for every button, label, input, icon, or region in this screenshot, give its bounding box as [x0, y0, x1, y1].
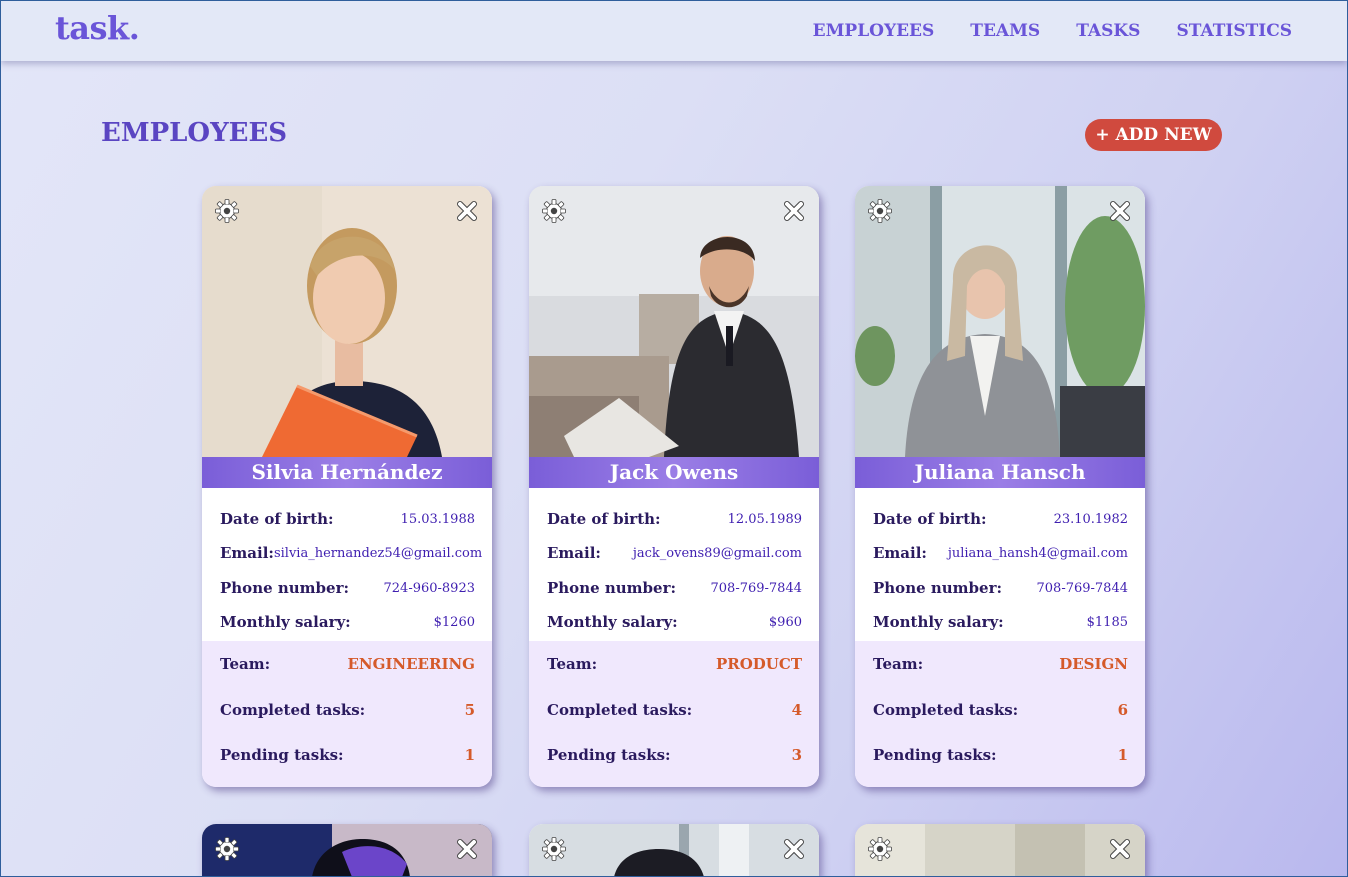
gear-icon[interactable]: [214, 836, 240, 862]
salary-value: $1185: [1086, 614, 1128, 630]
gear-icon[interactable]: [867, 836, 893, 862]
salary-value: $960: [768, 614, 802, 630]
email-value: jack_ovens89@gmail.com: [632, 545, 802, 561]
employee-card: [529, 824, 819, 877]
employee-card: Silvia Hernández Date of birth: 15.03.198…: [202, 186, 492, 787]
employee-photo: [855, 186, 1145, 457]
dob-label: Date of birth:: [547, 510, 661, 528]
phone-value: 724-960-8923: [383, 580, 476, 596]
phone-label: Phone number:: [220, 579, 350, 597]
completed-value: 5: [464, 701, 475, 719]
employee-card: [202, 824, 492, 877]
close-icon[interactable]: [454, 836, 480, 862]
main-nav: EMPLOYEES TEAMS TASKS STATISTICS: [813, 21, 1292, 41]
employee-info: Date of birth: 15.03.1988 Email: silvia_he…: [202, 488, 492, 641]
dob-value: 15.03.1988: [400, 511, 475, 527]
pending-label: Pending tasks:: [547, 746, 671, 764]
gear-icon[interactable]: [867, 198, 893, 224]
team-value: PRODUCT: [715, 655, 802, 673]
employee-photo: [202, 186, 492, 457]
pending-label: Pending tasks:: [220, 746, 344, 764]
employee-stats: Team: DESIGN Completed tasks: 6 Pending ta…: [855, 641, 1145, 787]
employee-photo: [529, 824, 819, 877]
email-value: silvia_hernandez54@gmail.com: [273, 545, 483, 561]
nav-teams[interactable]: TEAMS: [970, 21, 1040, 41]
nav-statistics[interactable]: STATISTICS: [1176, 21, 1292, 41]
dob-label: Date of birth:: [873, 510, 987, 528]
team-label: Team:: [547, 655, 598, 673]
dob-value: 12.05.1989: [727, 511, 802, 527]
top-navbar: task. EMPLOYEES TEAMS TASKS STATISTICS: [1, 1, 1347, 61]
employee-name: Jack Owens: [529, 457, 819, 488]
phone-value: 708-769-7844: [1036, 580, 1129, 596]
gear-icon[interactable]: [214, 198, 240, 224]
employee-info: Date of birth: 23.10.1982 Email: juliana_h…: [855, 488, 1145, 641]
gear-icon[interactable]: [541, 836, 567, 862]
nav-tasks[interactable]: TASKS: [1076, 21, 1140, 41]
completed-value: 4: [791, 701, 802, 719]
employee-card: Juliana Hansch Date of birth: 23.10.1982 …: [855, 186, 1145, 787]
salary-label: Monthly salary:: [220, 613, 351, 631]
close-icon[interactable]: [454, 198, 480, 224]
completed-value: 6: [1117, 701, 1128, 719]
phone-value: 708-769-7844: [710, 580, 803, 596]
salary-label: Monthly salary:: [547, 613, 678, 631]
page-title: EMPLOYEES: [101, 118, 288, 148]
employee-card: Jack Owens Date of birth: 12.05.1989 Emai…: [529, 186, 819, 787]
close-icon[interactable]: [781, 198, 807, 224]
add-new-button[interactable]: + ADD NEW: [1085, 119, 1222, 151]
pending-value: 1: [464, 746, 475, 764]
gear-icon[interactable]: [541, 198, 567, 224]
close-icon[interactable]: [1107, 836, 1133, 862]
dob-value: 23.10.1982: [1053, 511, 1128, 527]
close-icon[interactable]: [1107, 198, 1133, 224]
completed-label: Completed tasks:: [547, 701, 693, 719]
employee-info: Date of birth: 12.05.1989 Email: jack_oven…: [529, 488, 819, 641]
nav-employees[interactable]: EMPLOYEES: [813, 21, 935, 41]
completed-label: Completed tasks:: [220, 701, 366, 719]
email-value: juliana_hansh4@gmail.com: [947, 545, 1128, 561]
app-logo[interactable]: task.: [55, 9, 140, 47]
email-label: Email:: [220, 544, 274, 562]
employee-card: [855, 824, 1145, 877]
employee-stats: Team: ENGINEERING Completed tasks: 5 Pendi…: [202, 641, 492, 787]
email-label: Email:: [873, 544, 927, 562]
close-icon[interactable]: [781, 836, 807, 862]
team-label: Team:: [873, 655, 924, 673]
pending-value: 3: [791, 746, 802, 764]
team-value: ENGINEERING: [347, 655, 475, 673]
pending-label: Pending tasks:: [873, 746, 997, 764]
employee-photo: [529, 186, 819, 457]
completed-label: Completed tasks:: [873, 701, 1019, 719]
pending-value: 1: [1117, 746, 1128, 764]
employee-photo: [202, 824, 492, 877]
email-label: Email:: [547, 544, 601, 562]
employee-stats: Team: PRODUCT Completed tasks: 4 Pending t…: [529, 641, 819, 787]
salary-label: Monthly salary:: [873, 613, 1004, 631]
team-label: Team:: [220, 655, 271, 673]
salary-value: $1260: [433, 614, 475, 630]
dob-label: Date of birth:: [220, 510, 334, 528]
team-value: DESIGN: [1059, 655, 1128, 673]
employee-name: Juliana Hansch: [855, 457, 1145, 488]
employee-name: Silvia Hernández: [202, 457, 492, 488]
phone-label: Phone number:: [873, 579, 1003, 597]
employee-photo: [855, 824, 1145, 877]
phone-label: Phone number:: [547, 579, 677, 597]
